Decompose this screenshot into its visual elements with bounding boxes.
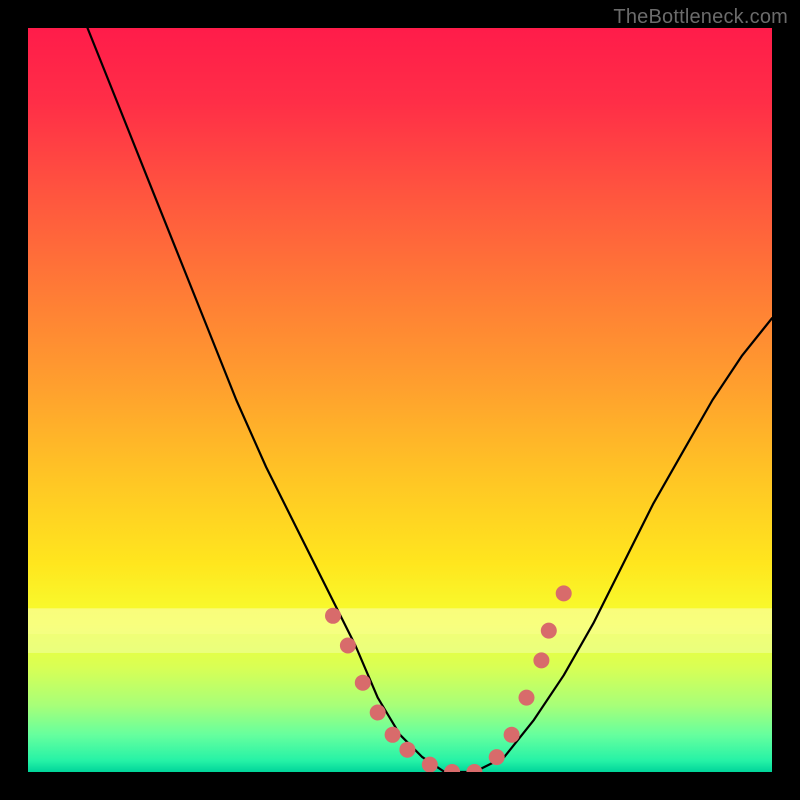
highlight-dot <box>489 749 505 765</box>
plot-svg <box>28 28 772 772</box>
highlight-dot <box>325 608 341 624</box>
highlight-dot <box>556 585 572 601</box>
highlight-dot <box>541 623 557 639</box>
highlight-dot <box>340 638 356 654</box>
plot-area <box>28 28 772 772</box>
highlight-bands <box>28 608 772 653</box>
highlight-dot <box>399 742 415 758</box>
highlight-dot <box>370 705 386 721</box>
highlight-dot <box>355 675 371 691</box>
highlight-dot <box>533 652 549 668</box>
gradient-background <box>28 28 772 772</box>
highlight-dot <box>504 727 520 743</box>
highlight-dot <box>519 690 535 706</box>
chart-frame: TheBottleneck.com <box>0 0 800 800</box>
highlight-dot <box>385 727 401 743</box>
watermark-text: TheBottleneck.com <box>613 6 788 29</box>
highlight-dot <box>422 757 438 772</box>
